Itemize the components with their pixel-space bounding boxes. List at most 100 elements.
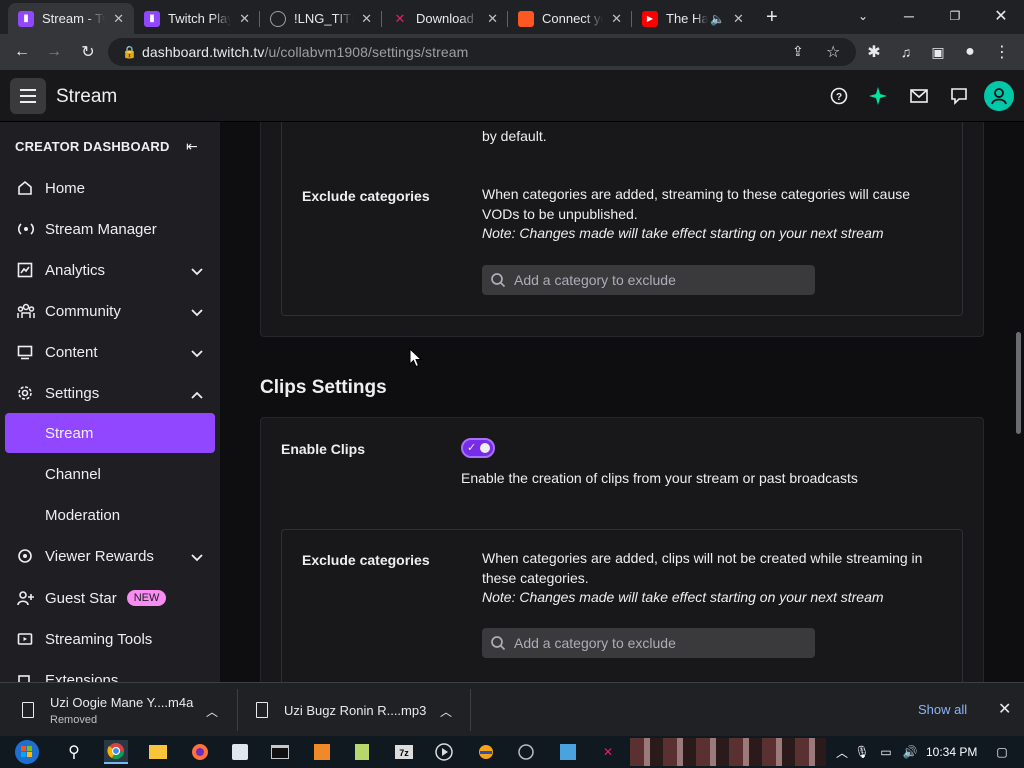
tab-stream-twitch[interactable]: ▮ Stream - Twitch ✕ [8,3,134,34]
extensions-puzzle-icon[interactable]: ✱ [862,40,886,64]
close-tab-icon[interactable]: ✕ [487,11,498,27]
download-bar: Uzi Oogie Mane Y....m4a Removed ︿ Uzi Bu… [0,682,1024,736]
sidebar-item-home[interactable]: Home [5,168,215,208]
clips-category-search-input[interactable]: Add a category to exclude [482,628,815,658]
enable-clips-toggle[interactable]: ✓ [461,438,495,458]
sidebar-item-analytics[interactable]: Analytics [5,250,215,290]
clock[interactable]: 10:34 PM [926,745,977,759]
chrome-taskbar-icon[interactable] [104,740,128,764]
tab-search-icon[interactable]: ⌄ [840,0,886,32]
media-player-icon[interactable] [432,740,456,764]
share-icon[interactable]: ⇪ [792,43,804,60]
sparkle-icon[interactable] [866,84,890,108]
close-download-bar-icon[interactable]: ✕ [998,699,1011,719]
new-tab-button[interactable]: + [766,6,778,29]
enable-clips-label: Enable Clips [281,441,366,457]
sidebar-item-moderation[interactable]: Moderation [5,495,215,535]
speaker-icon[interactable]: 🔈 [710,12,725,26]
restore-button[interactable]: ❐ [932,0,978,32]
close-tab-icon[interactable]: ✕ [239,11,250,27]
creator-dashboard-sidebar: CREATOR DASHBOARD ⇤ Home Stream Manager … [0,122,220,682]
tab-the-ha[interactable]: ▶ The Ha 🔈 ✕ [632,3,758,34]
menu-hamburger-icon[interactable] [10,78,46,114]
app-icon[interactable]: ✕ [596,740,620,764]
7zip-icon[interactable]: 7z [392,740,416,764]
address-bar[interactable]: 🔒 dashboard.twitch.tv/u/collabvm1908/set… [108,38,856,66]
search-icon [482,272,514,288]
forward-icon[interactable]: → [42,40,66,64]
file-explorer-icon[interactable] [146,740,170,764]
sidebar-item-streaming-tools[interactable]: Streaming Tools [5,619,215,659]
sidebar-item-channel[interactable]: Channel [5,454,215,494]
sidebar-item-community[interactable]: Community [5,291,215,331]
chevron-up-icon[interactable]: ︿ [440,703,452,720]
extensions-icon [5,672,45,682]
analytics-icon [5,262,45,278]
media-control-icon[interactable]: ♫ [894,40,918,64]
app-icon[interactable] [474,740,498,764]
avatar[interactable] [984,81,1014,111]
vod-exclude-desc-text: When categories are added, streaming to … [482,186,911,222]
side-panel-icon[interactable]: ▣ [926,40,950,64]
app-icon[interactable] [228,740,252,764]
sidebar-item-label: Content [45,343,98,361]
reload-icon[interactable]: ↻ [76,40,100,64]
app-icon[interactable] [514,740,538,764]
orange-square-icon [518,10,534,27]
chevron-up-icon[interactable]: ︿ [206,703,218,720]
sidebar-item-label: Extensions [45,671,119,683]
collapse-sidebar-icon[interactable]: ⇤ [186,138,198,155]
show-all-downloads-link[interactable]: Show all [918,702,967,717]
close-window-button[interactable]: ✕ [978,0,1024,32]
scrollbar[interactable] [1016,332,1021,434]
bookmark-star-icon[interactable]: ☆ [826,42,840,62]
close-tab-icon[interactable]: ✕ [113,11,124,27]
volume-icon[interactable]: 🔊 [898,740,922,764]
globe-icon [270,10,286,27]
app-icon[interactable] [310,740,334,764]
tab-connect[interactable]: Connect yo ✕ [508,3,632,34]
chevron-down-icon [191,263,203,280]
notepad-icon[interactable] [350,740,374,764]
twitch-icon: ▮ [144,10,160,27]
windows-start-icon[interactable] [12,738,42,766]
tab-title: Twitch Plays [168,11,232,26]
tab-lng-title[interactable]: !LNG_TITLE ✕ [260,3,382,34]
tab-twitch-plays[interactable]: ▮ Twitch Plays ✕ [134,3,260,34]
vod-exclude-note: Note: Changes made will take effect star… [482,225,884,241]
sidebar-item-stream-manager[interactable]: Stream Manager [5,209,215,249]
sidebar-item-content[interactable]: Content [5,332,215,372]
whispers-icon[interactable] [947,84,971,108]
close-tab-icon[interactable]: ✕ [361,11,372,27]
download-status: Removed [50,713,98,726]
chevron-up-icon [191,386,203,403]
download-item-1[interactable]: Uzi Oogie Mane Y....m4a Removed [22,683,232,737]
close-tab-icon[interactable]: ✕ [733,11,744,27]
inbox-icon[interactable] [907,84,931,108]
sidebar-item-label: Channel [45,465,101,483]
page-title: Stream [56,86,118,107]
vod-category-search-input[interactable]: Add a category to exclude [482,265,815,295]
search-icon[interactable]: ⚲ [62,740,86,764]
help-icon[interactable]: ? [827,84,851,108]
microphone-icon[interactable]: 🎙 [850,740,874,764]
profile-icon[interactable]: ● [958,40,982,64]
tab-download[interactable]: ✕ Download ✕ [382,3,508,34]
menu-kebab-icon[interactable]: ⋮ [990,40,1014,64]
download-item-2[interactable]: Uzi Bugz Ronin R....mp3 [256,683,456,737]
sidebar-item-guest-star[interactable]: Guest Star NEW [5,578,215,618]
firefox-icon[interactable] [188,740,212,764]
close-tab-icon[interactable]: ✕ [611,11,622,27]
sidebar-item-stream[interactable]: Stream [5,413,215,453]
clips-exclude-note: Note: Changes made will take effect star… [482,589,884,605]
tab-title: The Ha [666,11,708,26]
notifications-icon[interactable]: ▢ [990,740,1014,764]
sidebar-item-viewer-rewards[interactable]: Viewer Rewards [5,536,215,576]
network-icon[interactable]: ▭ [874,740,898,764]
app-icon[interactable] [556,740,580,764]
cmd-icon[interactable] [268,740,292,764]
sidebar-item-settings[interactable]: Settings [5,373,215,413]
back-icon[interactable]: ← [10,40,34,64]
minimize-button[interactable]: ─ [886,0,932,32]
sidebar-item-extensions[interactable]: Extensions [5,660,215,682]
